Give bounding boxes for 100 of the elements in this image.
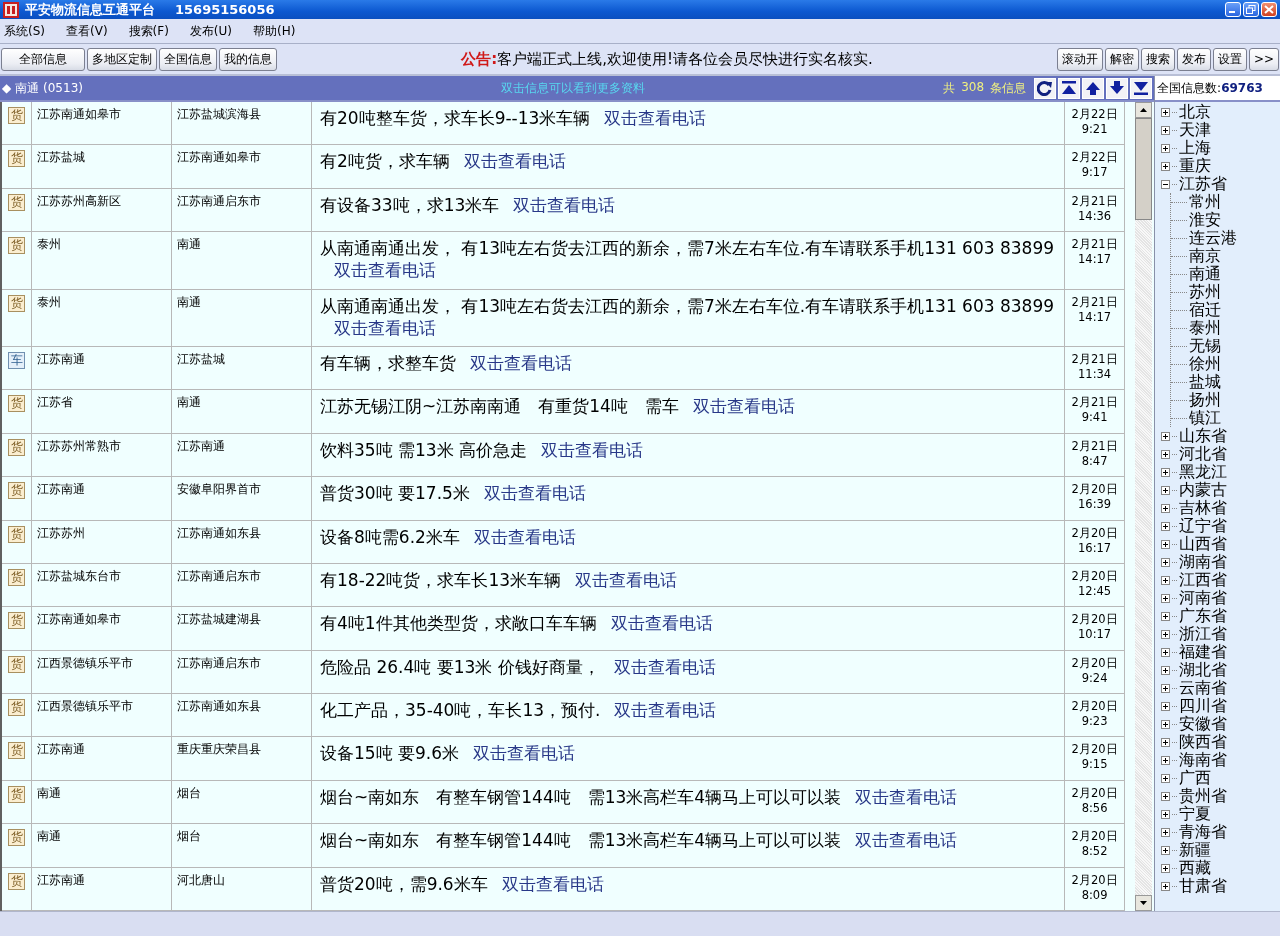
expand-icon[interactable] (1161, 449, 1171, 459)
tree-item[interactable]: 内蒙古 (1179, 481, 1228, 499)
view-phone-link[interactable]: 双击查看电话 (692, 396, 795, 417)
expand-icon[interactable] (1161, 881, 1171, 891)
expand-icon[interactable] (1161, 863, 1171, 873)
expand-icon[interactable] (1161, 629, 1171, 639)
toolbar-button[interactable]: 解密 (1104, 47, 1139, 71)
expand-icon[interactable] (1161, 719, 1171, 729)
tree-item[interactable]: 连云港 (1189, 229, 1238, 247)
tree-item[interactable]: 江苏省 (1179, 175, 1228, 193)
expand-icon[interactable] (1161, 485, 1171, 495)
view-phone-link[interactable]: 双击查看电话 (334, 317, 436, 338)
expand-icon[interactable] (1161, 521, 1171, 531)
tree-item[interactable]: 湖南省 (1179, 553, 1228, 571)
tree-item[interactable]: 辽宁省 (1179, 517, 1228, 535)
expand-icon[interactable] (1161, 683, 1171, 693)
tree-item[interactable]: 海南省 (1179, 751, 1228, 769)
tree-item[interactable]: 盐城 (1189, 373, 1222, 391)
tree-item[interactable]: 福建省 (1179, 643, 1228, 661)
expand-icon[interactable] (1161, 161, 1171, 171)
expand-icon[interactable] (1161, 755, 1171, 765)
tree-item[interactable]: 西藏 (1179, 859, 1212, 877)
view-phone-link[interactable]: 双击查看电话 (575, 569, 678, 590)
tree-item[interactable]: 河北省 (1179, 445, 1228, 463)
tree-item[interactable]: 徐州 (1189, 355, 1222, 373)
scroll-down-arrow-icon[interactable] (1140, 901, 1148, 905)
menu-item[interactable]: 发布(U) (186, 22, 235, 40)
last-button[interactable] (1130, 77, 1153, 99)
tree-item[interactable]: 湖北省 (1179, 661, 1228, 679)
menu-item[interactable]: 查看(V) (63, 22, 111, 40)
collapse-icon[interactable] (1161, 179, 1171, 189)
view-phone-link[interactable]: 双击查看电话 (855, 786, 958, 807)
tree-item[interactable]: 贵州省 (1179, 787, 1228, 805)
expand-icon[interactable] (1161, 539, 1171, 549)
view-phone-link[interactable]: 双击查看电话 (604, 108, 707, 128)
previous-button[interactable] (1082, 77, 1105, 99)
first-button[interactable] (1058, 77, 1081, 99)
tree-item[interactable]: 黑龙江 (1179, 463, 1228, 481)
scroll-down-button[interactable] (1135, 895, 1153, 911)
view-phone-link[interactable]: 双击查看电话 (855, 830, 958, 851)
view-phone-link[interactable]: 双击查看电话 (513, 194, 616, 215)
view-phone-link[interactable]: 双击查看电话 (470, 352, 572, 373)
view-phone-link[interactable]: 双击查看电话 (473, 526, 576, 547)
tree-item[interactable]: 陕西省 (1179, 733, 1228, 751)
tree-item[interactable]: 扬州 (1189, 391, 1222, 409)
tree-item[interactable]: 江西省 (1179, 571, 1228, 589)
toolbar-button[interactable]: 发布 (1176, 47, 1211, 71)
tree-item[interactable]: 山西省 (1179, 535, 1228, 553)
restore-button[interactable] (1243, 2, 1259, 17)
tree-item[interactable]: 山东省 (1179, 427, 1228, 445)
tree-item[interactable]: 北京 (1179, 103, 1212, 121)
menu-item[interactable]: 搜索(F) (125, 22, 172, 40)
tree-item[interactable]: 重庆 (1179, 157, 1212, 175)
tree-item[interactable]: 吉林省 (1179, 499, 1228, 517)
tree-item[interactable]: 云南省 (1179, 679, 1228, 697)
view-phone-link[interactable]: 双击查看电话 (610, 613, 713, 634)
toolbar-button[interactable]: 我的信息 (219, 47, 277, 71)
tree-item[interactable]: 天津 (1179, 121, 1212, 139)
expand-icon[interactable] (1161, 107, 1171, 117)
tree-item[interactable]: 青海省 (1179, 823, 1228, 841)
tree-item[interactable]: 无锡 (1189, 337, 1222, 355)
toolbar-button[interactable]: 全国信息 (159, 47, 217, 71)
tree-item[interactable]: 甘肃省 (1179, 877, 1228, 895)
toolbar-button[interactable]: >> (1248, 47, 1279, 71)
expand-icon[interactable] (1161, 611, 1171, 621)
tree-item[interactable]: 新疆 (1179, 841, 1212, 859)
tree-item[interactable]: 四川省 (1179, 697, 1228, 715)
expand-icon[interactable] (1161, 773, 1171, 783)
tree-item[interactable]: 河南省 (1179, 589, 1228, 607)
scroll-up-arrow-icon[interactable] (1140, 108, 1148, 112)
toolbar-button[interactable]: 多地区定制 (87, 47, 157, 71)
tree-item[interactable]: 广西 (1179, 769, 1212, 787)
expand-icon[interactable] (1161, 593, 1171, 603)
tree-item[interactable]: 广东省 (1179, 607, 1228, 625)
toolbar-button[interactable]: 搜索 (1140, 47, 1175, 71)
view-phone-link[interactable]: 双击查看电话 (334, 260, 436, 281)
toolbar-button[interactable]: 滚动开 (1056, 47, 1103, 71)
view-phone-link[interactable]: 双击查看电话 (473, 743, 576, 764)
expand-icon[interactable] (1161, 431, 1171, 441)
tree-item[interactable]: 南京 (1189, 247, 1222, 265)
expand-icon[interactable] (1161, 143, 1171, 153)
menu-item[interactable]: 系统(S) (1, 22, 48, 40)
scrollbar[interactable] (1135, 102, 1153, 911)
view-phone-link[interactable]: 双击查看电话 (613, 656, 716, 677)
tree-item[interactable]: 浙江省 (1179, 625, 1228, 643)
expand-icon[interactable] (1161, 647, 1171, 657)
expand-icon[interactable] (1161, 737, 1171, 747)
menu-item[interactable]: 帮助(H) (250, 22, 299, 40)
expand-icon[interactable] (1161, 827, 1171, 837)
toolbar-button[interactable]: 全部信息 (1, 47, 85, 71)
refresh-button[interactable] (1034, 77, 1057, 99)
expand-icon[interactable] (1161, 791, 1171, 801)
expand-icon[interactable] (1161, 557, 1171, 567)
scroll-up-button[interactable] (1135, 102, 1153, 118)
view-phone-link[interactable]: 双击查看电话 (483, 483, 586, 504)
tree-item[interactable]: 镇江 (1189, 409, 1222, 427)
view-phone-link[interactable]: 双击查看电话 (463, 151, 566, 172)
view-phone-link[interactable]: 双击查看电话 (501, 873, 604, 894)
expand-icon[interactable] (1161, 575, 1171, 585)
expand-icon[interactable] (1161, 467, 1171, 477)
